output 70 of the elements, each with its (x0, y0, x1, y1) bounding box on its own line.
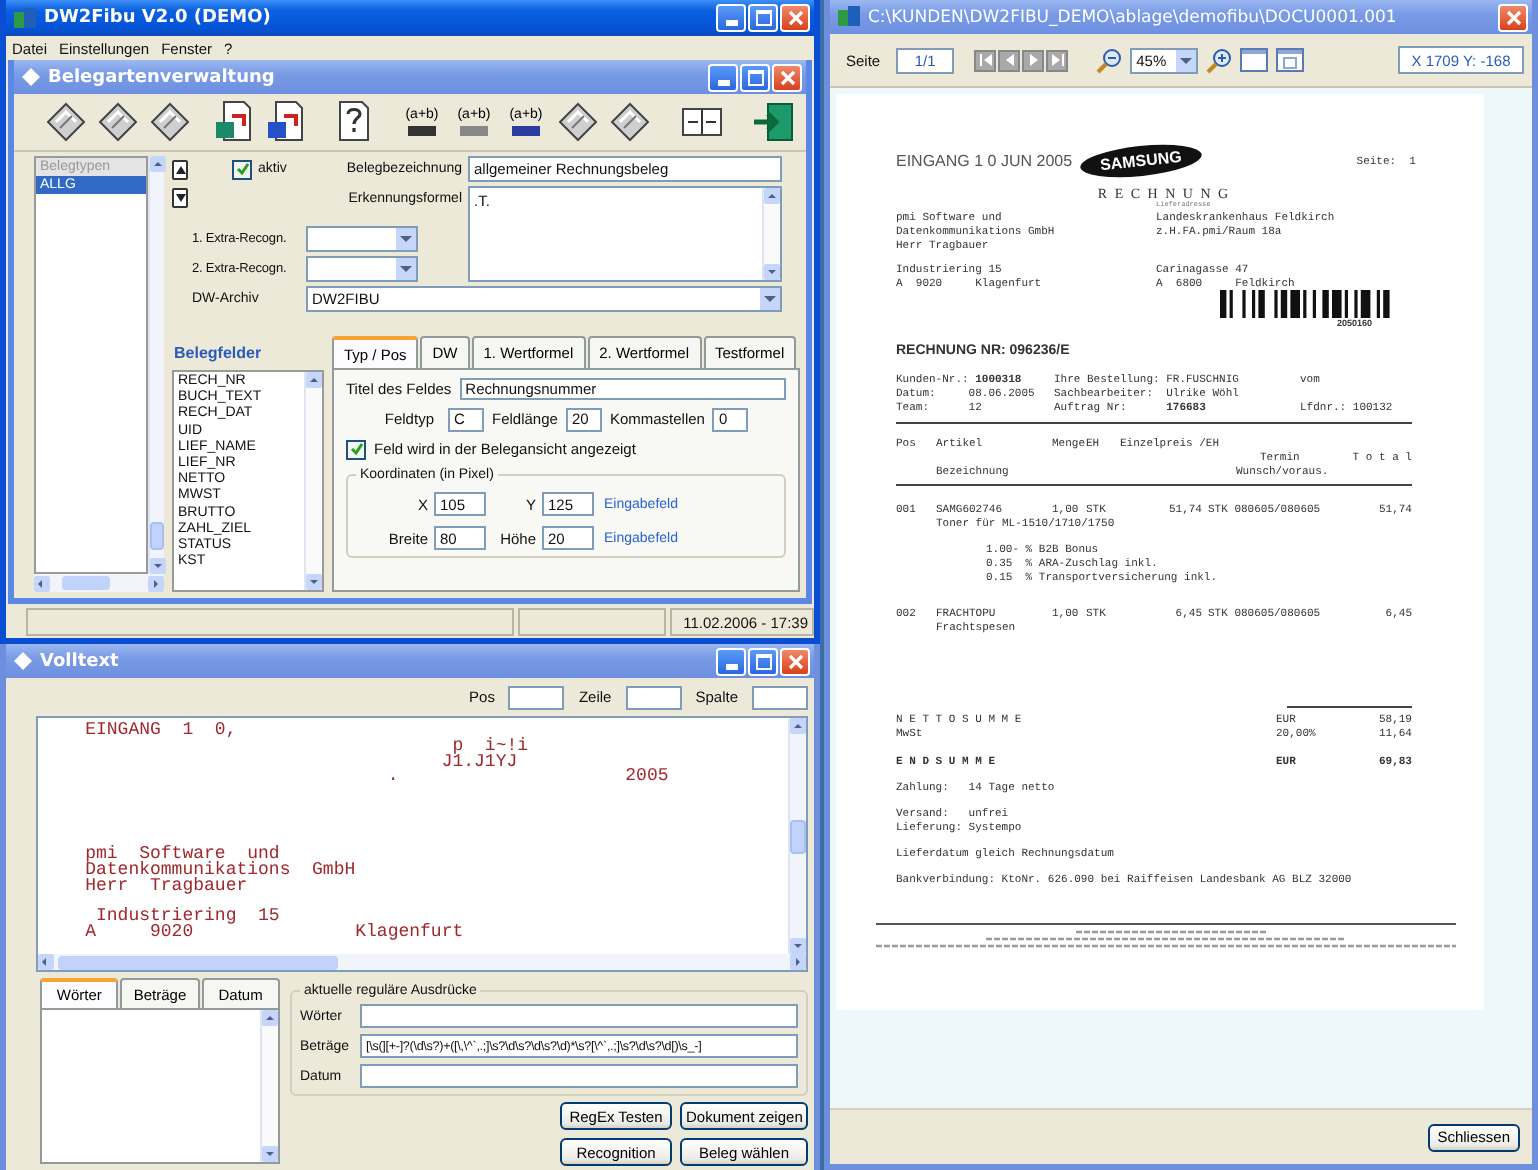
bar-icon (460, 126, 488, 136)
exit-icon[interactable] (750, 98, 798, 146)
text-field[interactable] (625, 685, 682, 709)
checkbox[interactable] (346, 439, 366, 459)
close-button[interactable] (780, 647, 810, 675)
maximize-icon (755, 653, 771, 669)
diamond-icon[interactable] (42, 98, 90, 146)
minimize-icon (725, 20, 737, 26)
horizontal-scrollbar[interactable] (34, 574, 164, 592)
diamond-icon[interactable] (94, 98, 142, 146)
vertical-scrollbar[interactable] (762, 188, 780, 280)
maximize-button[interactable] (740, 63, 770, 91)
window-title: DW2Fibu V2.0 (DEMO) (44, 8, 273, 28)
fit-width-icon[interactable] (1240, 48, 1269, 72)
text-field[interactable] (360, 1004, 798, 1028)
move-up-button[interactable] (172, 160, 188, 180)
zoom-in-icon[interactable] (1206, 47, 1233, 73)
stamp-text: EINGANG 1 0 JUN 2005 (896, 153, 1075, 167)
maximize-icon (747, 69, 763, 85)
window-title: C:\KUNDEN\DW2FIBU_DEMO\ablage\demofibu\DOCU0001.001 (868, 7, 1399, 27)
previous-page-button[interactable] (998, 49, 1021, 71)
close-icon (1505, 9, 1521, 25)
minimize-icon (717, 79, 729, 85)
zoom-out-icon[interactable] (1096, 47, 1123, 73)
dropdown[interactable] (306, 226, 418, 252)
maximize-icon (755, 10, 771, 26)
vertical-scrollbar[interactable] (788, 718, 806, 954)
previous-icon (1005, 54, 1014, 66)
minimize-button[interactable] (708, 63, 738, 91)
next-icon (1029, 54, 1038, 66)
maximize-button[interactable] (748, 4, 778, 32)
close-button[interactable] (772, 63, 802, 91)
bar-icon (408, 126, 436, 136)
close-icon (779, 69, 795, 85)
app-icon (838, 6, 860, 28)
close-icon (787, 10, 803, 26)
minimize-button[interactable] (716, 4, 746, 32)
ocr-text: EINGANG 1 0, p i~!i J1.J1YJ . 2005 pmi Software und Datenkommunikations GmbH Herr Tragbauer Industriering 15 A 9020 Klagenfurt (83, 718, 671, 946)
last-page-button[interactable] (1046, 49, 1069, 71)
window-icon (14, 652, 32, 670)
text-field[interactable] (360, 1064, 798, 1088)
fit-page-icon[interactable] (1276, 48, 1305, 72)
horizontal-scrollbar[interactable] (38, 954, 806, 970)
first-page-icon (979, 54, 992, 66)
close-button[interactable] (780, 4, 810, 32)
vertical-scrollbar[interactable] (148, 156, 164, 574)
window-title: Belegartenverwaltung (48, 67, 277, 87)
diamond-icon[interactable] (606, 98, 654, 146)
bar-icon (512, 126, 540, 136)
vertical-scrollbar[interactable] (260, 1010, 278, 1162)
text-field[interactable] (752, 685, 808, 709)
next-page-button[interactable] (1022, 49, 1045, 71)
last-page-icon (1051, 54, 1064, 66)
first-page-button[interactable] (974, 49, 997, 71)
dropdown[interactable] (306, 256, 418, 282)
checkbox[interactable] (232, 159, 252, 179)
window-icon (22, 68, 40, 86)
diamond-icon[interactable] (146, 98, 194, 146)
text-field[interactable] (508, 685, 565, 709)
maximize-button[interactable] (748, 647, 778, 675)
app-icon (14, 7, 36, 29)
minimize-button[interactable] (716, 647, 746, 675)
diamond-icon[interactable] (554, 98, 602, 146)
minimize-icon (725, 663, 737, 669)
section-title: Belegfelder (172, 344, 264, 366)
vertical-scrollbar[interactable] (304, 372, 322, 590)
window-title: Volltext (40, 651, 121, 671)
move-down-button[interactable] (172, 188, 188, 208)
close-button[interactable] (1498, 3, 1528, 31)
close-icon (787, 653, 803, 669)
